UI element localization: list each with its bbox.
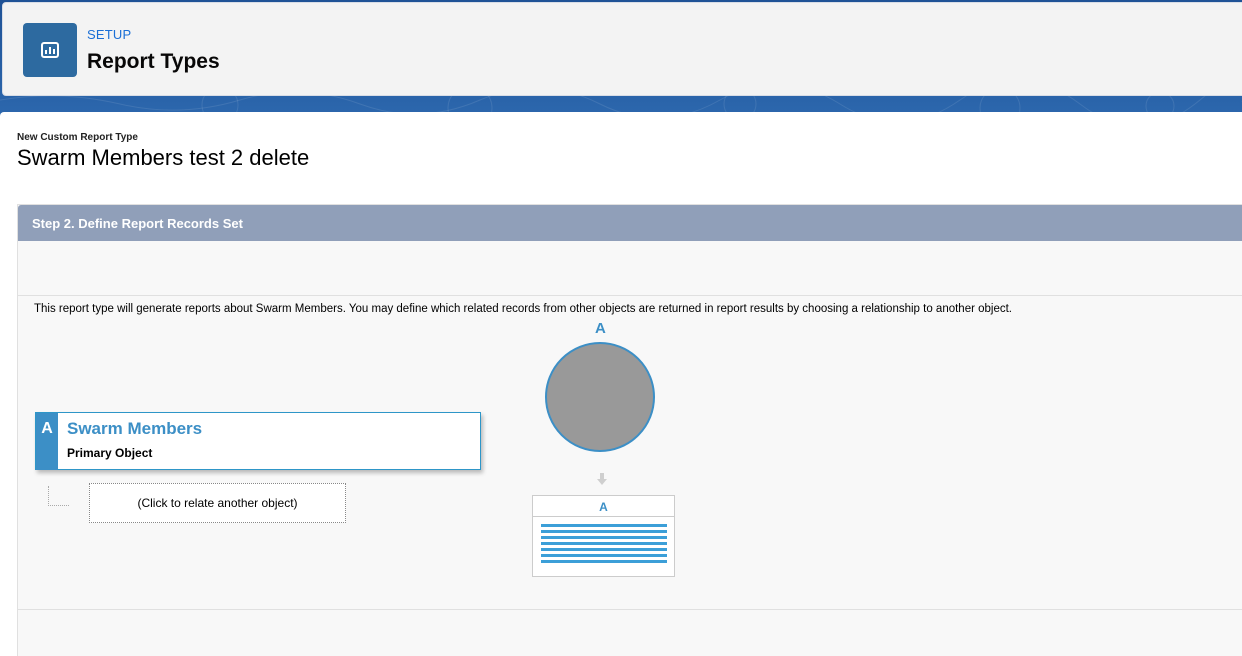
record-type-label: New Custom Report Type — [17, 132, 138, 143]
result-row-line — [541, 542, 667, 545]
result-row-line — [541, 548, 667, 551]
result-row-line — [541, 554, 667, 557]
result-label: A — [599, 500, 608, 514]
report-icon — [23, 23, 77, 77]
record-title: Swarm Members test 2 delete — [17, 145, 310, 170]
result-divider — [533, 516, 674, 517]
object-badge: A — [36, 413, 58, 470]
result-row-line — [541, 530, 667, 533]
divider — [18, 295, 1242, 296]
step-description: This report type will generate reports a… — [34, 303, 1012, 315]
venn-circle — [545, 342, 655, 452]
step-header: Step 2. Define Report Records Set — [18, 205, 1242, 241]
header-eyebrow: SETUP — [87, 27, 132, 42]
main-panel: New Custom Report Type Swarm Members tes… — [0, 112, 1242, 656]
primary-object-subtitle: Primary Object — [67, 446, 153, 460]
result-rows — [541, 524, 667, 566]
page-header: SETUP Report Types — [2, 2, 1242, 96]
result-row-line — [541, 560, 667, 563]
step-section: Step 2. Define Report Records Set This r… — [17, 204, 1242, 656]
primary-object-name: Swarm Members — [67, 419, 203, 438]
relate-object-button[interactable]: (Click to relate another object) — [89, 483, 346, 523]
step-header-title: Step 2. Define Report Records Set — [32, 216, 243, 231]
arrow-down-icon — [597, 473, 607, 485]
tree-connector — [48, 486, 69, 506]
result-row-line — [541, 524, 667, 527]
divider — [18, 609, 1242, 610]
venn-label: A — [595, 320, 606, 337]
result-row-line — [541, 536, 667, 539]
primary-object-card[interactable]: A Swarm Members Primary Object — [35, 412, 481, 470]
result-preview: A — [532, 495, 675, 577]
page-title: Report Types — [87, 50, 220, 73]
